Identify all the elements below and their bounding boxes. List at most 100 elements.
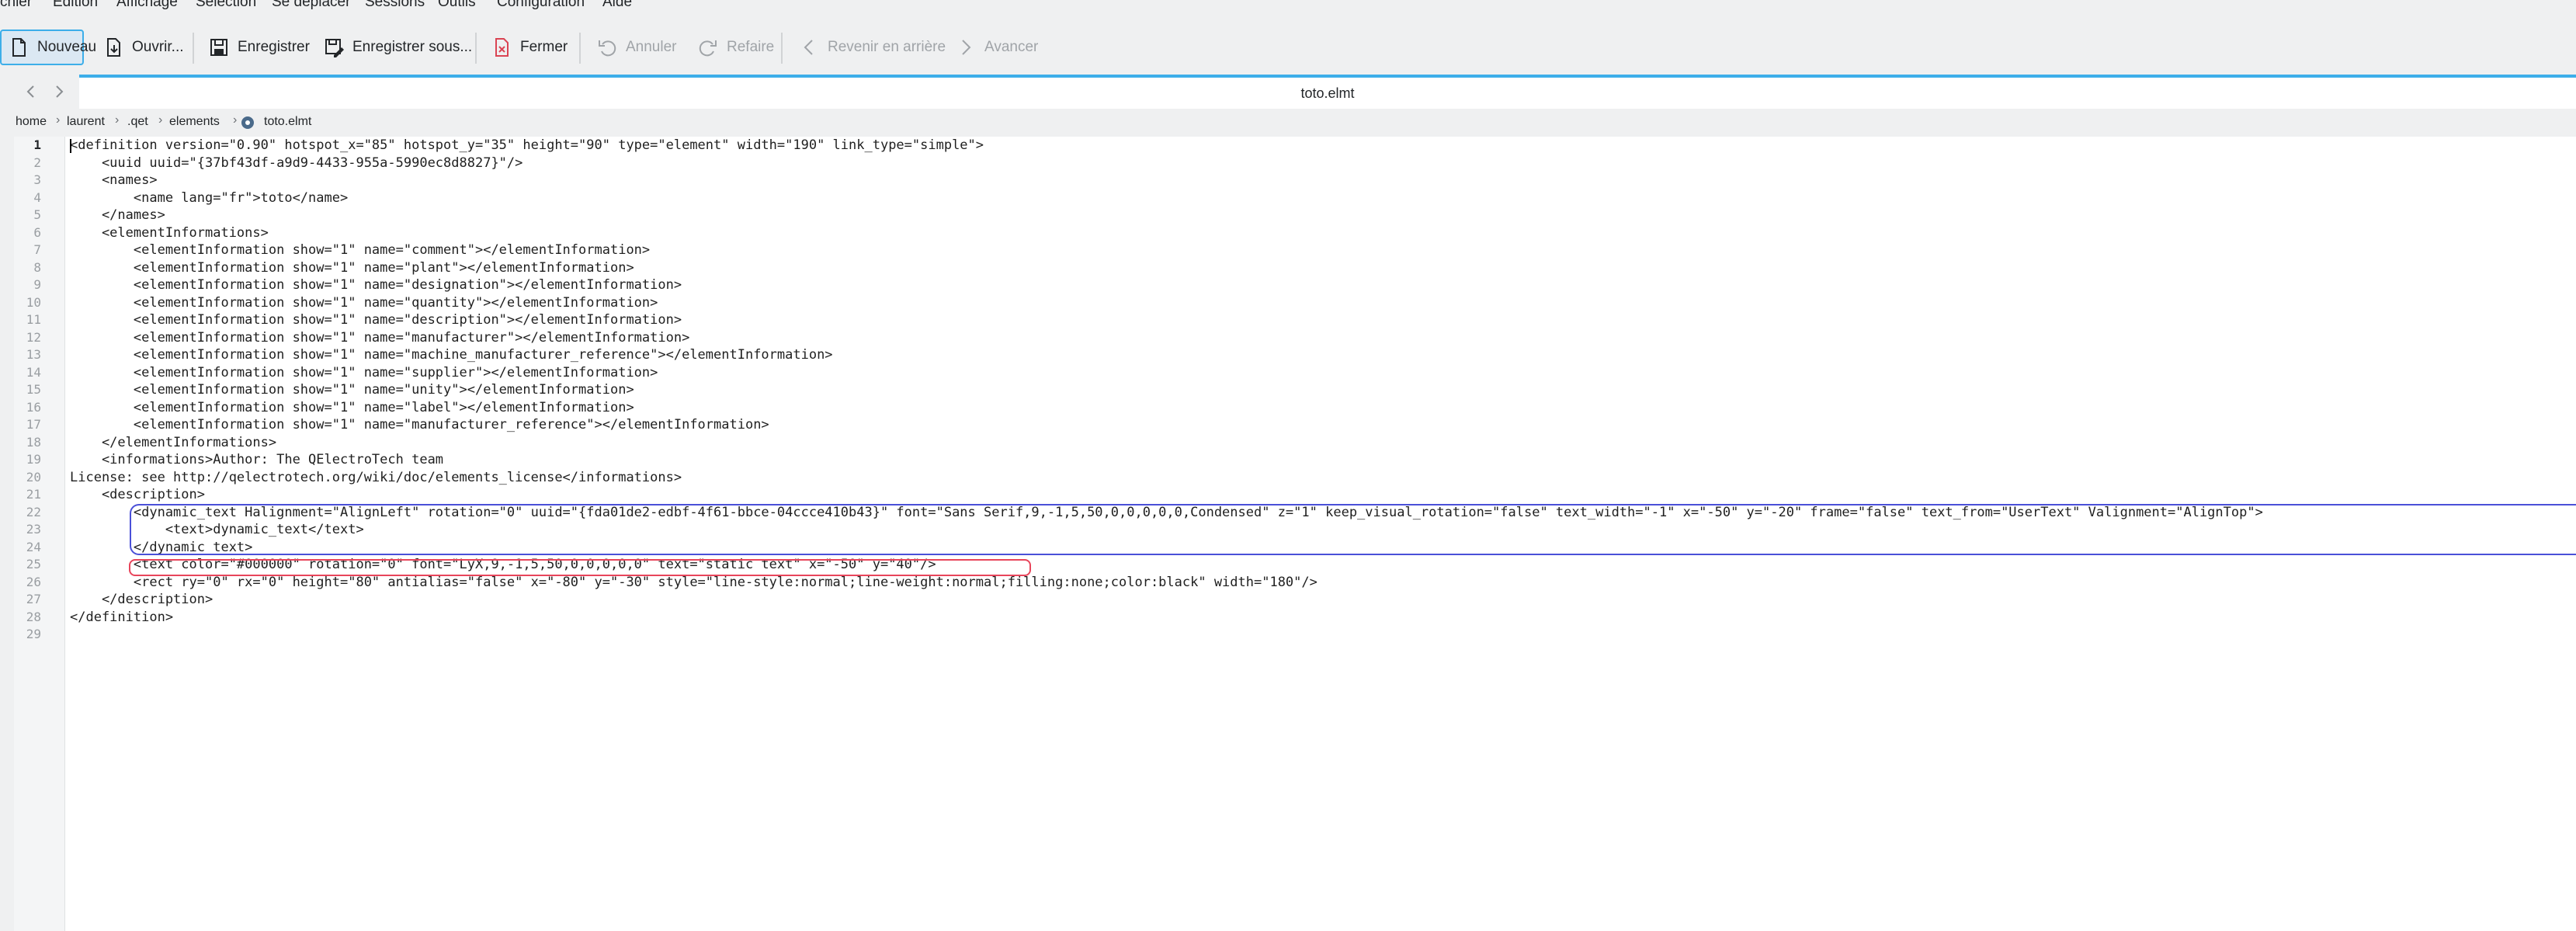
code-line[interactable]: <elementInformation show="1" name="suppl… [70, 364, 658, 381]
toolbar-separator [579, 33, 581, 64]
new-document-icon [12, 38, 26, 57]
redo-button[interactable]: Refaire [691, 30, 776, 65]
new-button-label: Nouveau [37, 39, 97, 55]
code-line[interactable]: License: see http://qelectrotech.org/wik… [70, 469, 682, 486]
go-forward-button[interactable]: Avancer [949, 30, 1045, 65]
breadcrumb-chevron-icon: › [158, 113, 163, 127]
line-number: 27 [26, 592, 41, 606]
line-number: 22 [26, 504, 41, 519]
text-editor[interactable]: 1 2 3 4 5 6 7 8 9 10 11 12 13 14 15 16 17 18 19 20 21 22 23 24 2… [14, 137, 2576, 931]
breadcrumb-qet[interactable]: .qet [127, 115, 148, 129]
redo-button-label: Refaire [727, 39, 775, 55]
code-line[interactable]: <elementInformation show="1" name="unity… [70, 381, 634, 398]
save-icon [210, 39, 227, 56]
left-sidebar-strip[interactable] [0, 75, 15, 931]
close-button-label: Fermer [520, 39, 568, 55]
menu-sessions[interactable]: Sessions [365, 0, 425, 11]
open-button-label: Ouvrir... [132, 39, 184, 55]
code-line[interactable]: <elementInformation show="1" name="comme… [70, 241, 650, 259]
tab-toto-elmt[interactable]: toto.elmt [79, 75, 2576, 109]
new-button[interactable]: Nouveau [0, 30, 96, 65]
line-number: 25 [26, 557, 41, 571]
code-line[interactable]: <elementInformation show="1" name="quant… [70, 294, 658, 311]
line-number: 13 [26, 347, 41, 362]
save-as-button[interactable]: Enregistrer sous... [317, 30, 473, 65]
tab-scroll-left-icon[interactable] [22, 82, 40, 101]
breadcrumb-file[interactable]: toto.elmt [264, 115, 311, 129]
code-line[interactable]: </names> [70, 207, 165, 224]
menu-view[interactable]: Affichage [116, 0, 178, 11]
code-line[interactable]: </elementInformations> [70, 434, 276, 451]
line-number: 11 [26, 312, 41, 327]
close-document-icon [495, 38, 509, 57]
code-line[interactable]: <uuid uuid="{37bf43df-a9d9-4433-955a-599… [70, 155, 522, 172]
go-back-button-label: Revenir en arrière [828, 39, 946, 55]
save-as-button-label: Enregistrer sous... [352, 39, 473, 55]
line-number: 12 [26, 329, 41, 345]
code-line[interactable]: <description> [70, 486, 205, 503]
main-toolbar: Nouveau Ouvrir... Enregistrer Enregistre… [0, 12, 2576, 75]
line-number-gutter: 1 2 3 4 5 6 7 8 9 10 11 12 13 14 15 16 17 18 19 20 21 22 23 24 2… [14, 137, 65, 931]
code-line[interactable]: <informations>Author: The QElectroTech t… [70, 451, 443, 468]
code-line[interactable]: <elementInformations> [70, 224, 269, 241]
annotation-box-blue [130, 504, 2576, 555]
breadcrumb: home › laurent › .qet › elements › toto.… [14, 109, 2576, 137]
line-number: 14 [26, 364, 41, 380]
code-line[interactable]: <name lang="fr">toto</name> [70, 189, 348, 207]
line-number: 9 [33, 277, 41, 292]
save-as-icon [325, 39, 344, 57]
code-line[interactable]: <definition version="0.90" hotspot_x="85… [70, 137, 984, 154]
open-button[interactable]: Ouvrir... [96, 30, 188, 65]
chevron-right-icon [962, 40, 971, 55]
line-number: 17 [26, 417, 41, 432]
breadcrumb-home[interactable]: home [16, 115, 47, 129]
save-button[interactable]: Enregistrer [202, 30, 311, 65]
close-button[interactable]: Fermer [484, 30, 573, 65]
tab-scroll-right-icon[interactable] [50, 82, 68, 101]
code-line[interactable]: </description> [70, 591, 213, 608]
code-line[interactable]: <elementInformation show="1" name="manuf… [70, 329, 689, 346]
breadcrumb-elements[interactable]: elements [169, 115, 220, 129]
breadcrumb-chevron-icon: › [233, 113, 238, 127]
code-line[interactable]: <elementInformation show="1" name="machi… [70, 346, 833, 363]
menu-navigate[interactable]: Se déplacer [272, 0, 350, 11]
menu-configuration[interactable]: Configuration [497, 0, 585, 11]
menu-tools[interactable]: Outils [438, 0, 476, 11]
line-number: 18 [26, 434, 41, 450]
line-number: 8 [33, 259, 41, 275]
toolbar-separator [193, 33, 194, 64]
toolbar-separator [781, 33, 783, 64]
go-back-button[interactable]: Revenir en arrière [792, 30, 946, 65]
menu-edit[interactable]: Édition [53, 0, 98, 11]
code-line[interactable]: <elementInformation show="1" name="manuf… [70, 416, 769, 433]
go-forward-button-label: Avancer [984, 39, 1039, 55]
code-line[interactable]: <elementInformation show="1" name="desig… [70, 276, 682, 294]
code-line[interactable]: </definition> [70, 609, 173, 626]
code-line[interactable]: <elementInformation show="1" name="label… [70, 399, 634, 416]
undo-button[interactable]: Annuler [590, 30, 683, 65]
line-number: 21 [26, 487, 41, 502]
breadcrumb-laurent[interactable]: laurent [67, 115, 105, 129]
menu-file[interactable]: chier [0, 0, 32, 11]
line-number: 24 [26, 539, 41, 554]
line-number: 10 [26, 294, 41, 310]
menu-selection[interactable]: Sélection [196, 0, 256, 11]
menu-help[interactable]: Aide [602, 0, 632, 11]
annotation-box-red [129, 559, 1031, 576]
line-number: 15 [26, 382, 41, 397]
file-type-icon [241, 116, 254, 129]
menu-bar: chier Édition Affichage Sélection Se dép… [0, 0, 2576, 12]
code-line[interactable]: <names> [70, 172, 158, 189]
code-line[interactable]: <elementInformation show="1" name="plant… [70, 259, 634, 276]
chevron-left-icon [804, 40, 813, 55]
open-document-icon [107, 38, 120, 57]
breadcrumb-chevron-icon: › [56, 113, 61, 127]
toolbar-separator [475, 33, 477, 64]
undo-icon [599, 40, 616, 57]
line-number: 29 [26, 627, 41, 641]
undo-button-label: Annuler [626, 39, 677, 55]
code-line[interactable]: <elementInformation show="1" name="descr… [70, 311, 682, 328]
line-number: 28 [26, 609, 41, 624]
redo-icon [699, 40, 717, 57]
breadcrumb-chevron-icon: › [115, 113, 120, 127]
